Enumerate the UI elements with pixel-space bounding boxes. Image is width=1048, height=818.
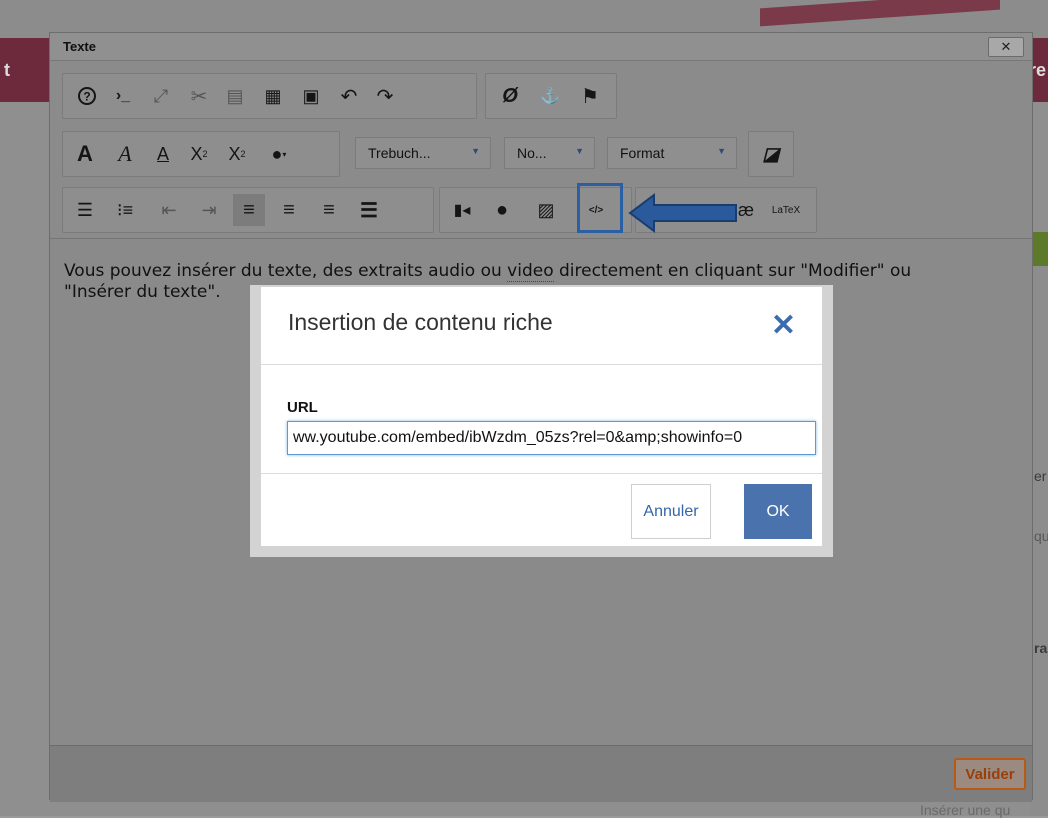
undo-icon[interactable]: ↶ [333, 80, 365, 112]
underline-icon[interactable]: A [147, 138, 179, 170]
rich-content-dialog: Insertion de contenu riche ✕ URL Annuler… [261, 287, 822, 546]
dialog-body: URL [261, 365, 822, 473]
help-icon[interactable]: ? [71, 80, 103, 112]
editor-text-part: Vous pouvez insérer du texte, des extrai… [64, 261, 508, 281]
copy-icon[interactable]: ▤ [219, 80, 251, 112]
fullscreen-icon[interactable]: ⤢ [145, 80, 177, 112]
font-family-value: Trebuch... [368, 145, 431, 161]
indent-icon[interactable]: ⇥ [193, 194, 225, 226]
superscript-icon[interactable]: X2 [221, 138, 253, 170]
editor-close-button[interactable]: ✕ [988, 37, 1024, 57]
editor-title: Texte [63, 39, 96, 54]
italic-icon[interactable]: A [109, 138, 141, 170]
paste-word-icon[interactable]: ▣ [295, 80, 327, 112]
font-family-select[interactable]: Trebuch... ▼ [355, 137, 491, 169]
bold-icon[interactable]: A [69, 138, 101, 170]
toolbar-group-links: Ø ⚓ ⚑ [485, 73, 617, 119]
editor-toolbar: ? ›_ ⤢ ✂ ▤ ▦ ▣ ↶ ↷ Ø ⚓ ⚑ A A A X2 X2 ● ▾ … [50, 61, 1032, 239]
bulleted-list-icon[interactable]: ⁝≡ [109, 194, 141, 226]
url-input[interactable] [287, 421, 816, 455]
format-value: Format [620, 145, 665, 161]
editor-text-misspelled: video [507, 261, 554, 282]
image-icon[interactable]: ▨ [530, 194, 562, 226]
background-text-fragment: er [1034, 468, 1047, 484]
latex-icon[interactable]: LaTeX [770, 194, 802, 226]
cancel-button[interactable]: Annuler [631, 484, 711, 539]
editor-titlebar: Texte ✕ [50, 33, 1032, 61]
toolbar-group-paragraph: ☰ ⁝≡ ⇤ ⇥ ≡ ≡ ≡ ☰ [62, 187, 434, 233]
dialog-footer: Annuler OK [261, 473, 822, 547]
numbered-list-icon[interactable]: ☰ [69, 194, 101, 226]
font-size-value: No... [517, 145, 547, 161]
cut-icon[interactable]: ✂ [183, 80, 215, 112]
text-color-icon[interactable]: ● ▾ [263, 138, 295, 170]
font-size-select[interactable]: No... ▼ [504, 137, 595, 169]
subscript-icon[interactable]: X2 [183, 138, 215, 170]
unlink-icon[interactable]: Ø [494, 80, 526, 112]
url-label: URL [287, 399, 318, 416]
paste-icon[interactable]: ▦ [257, 80, 289, 112]
ok-button[interactable]: OK [744, 484, 812, 539]
outdent-icon[interactable]: ⇤ [153, 194, 185, 226]
format-select[interactable]: Format ▼ [607, 137, 737, 169]
chevron-down-icon: ▼ [717, 146, 726, 156]
align-right-icon[interactable]: ≡ [313, 194, 345, 226]
background-text-fragment: qu [1034, 528, 1048, 544]
toolbar-group-eraser: ◪ [748, 131, 794, 177]
embed-highlight-box [577, 183, 623, 233]
align-left-icon[interactable]: ≡ [233, 194, 265, 226]
toolbar-group-clipboard: ? ›_ ⤢ ✂ ▤ ▦ ▣ ↶ ↷ [62, 73, 477, 119]
editor-footer: Valider [50, 745, 1032, 802]
justify-icon[interactable]: ☰ [353, 194, 385, 226]
align-center-icon[interactable]: ≡ [273, 194, 305, 226]
flash-icon[interactable]: ● [486, 194, 518, 226]
anchor-icon[interactable]: ⚓ [534, 80, 566, 112]
redo-icon[interactable]: ↷ [369, 80, 401, 112]
validate-button[interactable]: Valider [954, 758, 1026, 790]
source-code-icon[interactable]: ›_ [107, 80, 139, 112]
rich-content-dialog-frame: Insertion de contenu riche ✕ URL Annuler… [250, 285, 833, 557]
background-text-fragment: ra [1034, 640, 1048, 656]
svg-text:?: ? [83, 90, 90, 104]
background-banner-text-left: t [4, 60, 10, 80]
dialog-title: Insertion de contenu riche [288, 309, 553, 335]
audio-video-icon[interactable]: ▮◂ [446, 194, 478, 226]
pointer-arrow-icon [628, 193, 737, 233]
close-icon[interactable]: ✕ [771, 311, 796, 341]
remove-format-icon[interactable]: ◪ [755, 138, 787, 170]
dialog-header: Insertion de contenu riche ✕ [261, 287, 822, 365]
chevron-down-icon: ▼ [575, 146, 584, 156]
chevron-down-icon: ▼ [471, 146, 480, 156]
toolbar-group-format: A A A X2 X2 ● ▾ [62, 131, 340, 177]
flag-icon[interactable]: ⚑ [574, 80, 606, 112]
